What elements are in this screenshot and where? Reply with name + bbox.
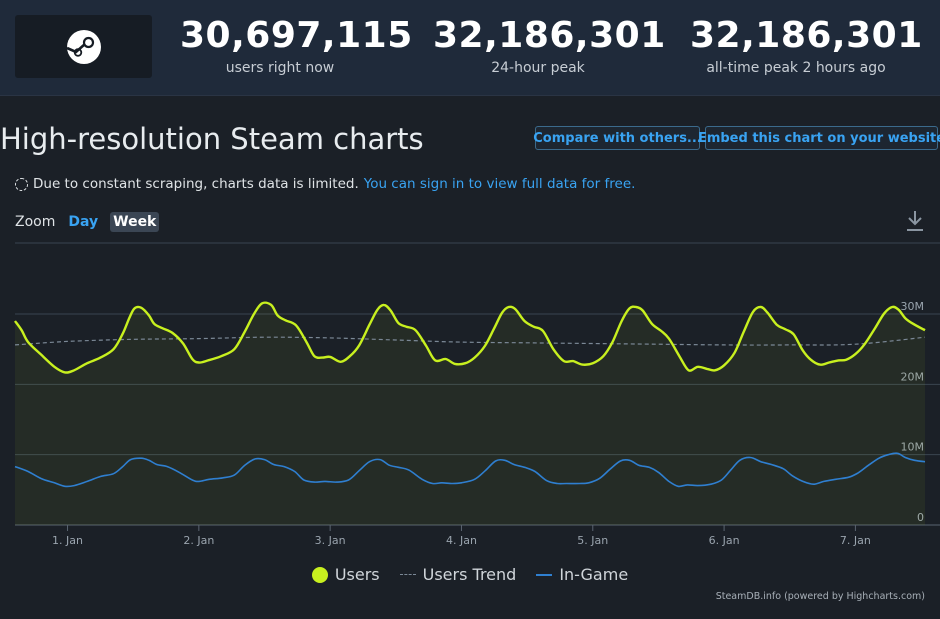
legend-label: Users [334,565,380,584]
zoom-week-button[interactable]: Week [110,212,160,232]
page-title: High-resolution Steam charts [0,122,424,156]
x-tick-label: 1. Jan [52,534,83,547]
stat-label: users right now [225,60,335,76]
embed-button[interactable]: Embed this chart on your website [698,126,940,150]
download-button[interactable] [906,210,924,236]
legend-item-users-trend[interactable]: Users Trend [399,565,517,584]
x-axis-ticks [67,525,856,531]
series-layer [14,301,927,525]
stat-label: 24-hour peak [491,60,585,76]
steam-logo-icon [65,29,101,64]
x-tick-label: 7. Jan [840,534,871,547]
logo[interactable] [15,15,152,78]
stats-header: 30,697,115 users right now 32,186,301 24… [0,0,940,96]
legend-marker-ingame [536,573,553,576]
player-count-chart[interactable]: 010M20M30M 1. Jan2. Jan3. Jan4. Jan5. Ja… [0,236,940,556]
legend-label: In-Game [559,565,629,584]
data-limited-notice: Due to constant scraping, charts data is… [15,176,635,192]
notice-text: Due to constant scraping, charts data is… [33,176,359,192]
y-tick-label: 30M [901,300,925,313]
x-tick-label: 6. Jan [709,534,740,547]
stat-label: all-time peak 2 hours ago [706,60,886,76]
chart-credits[interactable]: SteamDB.info (powered by Highcharts.com) [716,591,925,602]
stat-alltime-peak: 32,186,301 all-time peak 2 hours ago [690,15,923,77]
legend-marker-users [311,566,328,583]
sign-in-link[interactable]: You can sign in to view full data for fr… [364,176,636,192]
legend-item-in-game[interactable]: In-Game [536,565,628,584]
x-tick-label: 3. Jan [315,534,346,547]
stat-value: 32,186,301 [433,15,666,56]
users-area [15,302,926,525]
stat-value: 32,186,301 [690,15,923,56]
download-icon [907,211,923,231]
stat-value: 30,697,115 [180,15,413,56]
stat-current-users: 30,697,115 users right now [180,15,413,77]
zoom-controls: Zoom Day Week [15,212,160,232]
dashed-circle-icon [15,177,28,191]
x-tick-label: 4. Jan [446,534,477,547]
legend-item-users[interactable]: Users [311,565,380,584]
x-axis-labels: 1. Jan 2. Jan 3. Jan 4. Jan 5. Jan 6. Jan 7. J… [52,534,871,547]
legend-marker-trend [399,574,416,575]
compare-button[interactable]: Compare with others... [533,126,702,150]
chart-legend: Users Users Trend In-Game [0,565,940,584]
zoom-day-button[interactable]: Day [68,214,98,230]
stat-24h-peak: 32,186,301 24-hour peak [433,15,666,77]
x-tick-label: 2. Jan [183,534,214,547]
zoom-label: Zoom [15,214,56,230]
legend-label: Users Trend [422,565,517,584]
x-tick-label: 5. Jan [577,534,608,547]
